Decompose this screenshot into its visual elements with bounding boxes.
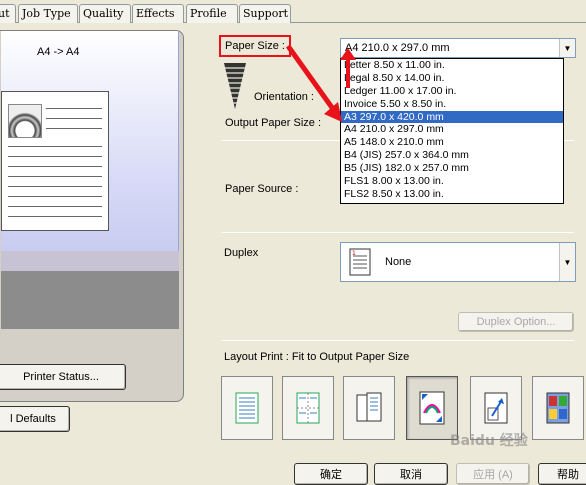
paper-size-select[interactable]: A4 210.0 x 297.0 mm ▼ [340, 38, 576, 58]
tab-effects[interactable]: Effects [132, 4, 184, 23]
tab-layout[interactable]: ut [0, 4, 16, 23]
duplex-option-button: Duplex Option... [458, 312, 574, 332]
duplex-value: None [385, 256, 412, 268]
scale-icon [484, 392, 508, 424]
svg-text:1: 1 [352, 250, 356, 257]
layout-booklet-button[interactable] [343, 376, 395, 440]
preview-status-area [1, 271, 179, 329]
watermark: Baidu 经验 [450, 433, 528, 449]
chevron-down-icon[interactable]: ▼ [559, 243, 575, 281]
tab-strip: ut Job Type Quality Effects Profile Supp… [0, 0, 586, 23]
preview-panel: A4 -> A4 [0, 30, 184, 402]
preview-image-icon [8, 104, 42, 138]
paper-size-option-letter[interactable]: Letter 8.50 x 11.00 in. [341, 59, 563, 72]
tab-support[interactable]: Support [239, 4, 291, 23]
layout-poster-button[interactable] [532, 376, 584, 440]
preview-separator [1, 251, 179, 271]
layout-print-label: Layout Print : Fit to Output Paper Size [224, 351, 410, 363]
poster-icon [546, 392, 570, 424]
paper-size-option-a3[interactable]: A3 297.0 x 420.0 mm [341, 110, 563, 124]
preview-paper [1, 91, 109, 231]
booklet-icon [356, 392, 382, 422]
paper-size-option-ledger[interactable]: Ledger 11.00 x 17.00 in. [341, 85, 563, 98]
preview-size-label: A4 -> A4 [37, 46, 80, 58]
fit-to-paper-icon [419, 391, 445, 425]
paper-size-option-a5[interactable]: A5 148.0 x 210.0 mm [341, 136, 563, 149]
layout-nup-button[interactable] [282, 376, 334, 440]
layout-1up-button[interactable] [221, 376, 273, 440]
paper-size-option-legal[interactable]: Legal 8.50 x 14.00 in. [341, 72, 563, 85]
paper-size-option-fls1[interactable]: FLS1 8.00 x 13.00 in. [341, 175, 563, 188]
page-nup-icon [296, 392, 320, 424]
paper-size-option-b4[interactable]: B4 (JIS) 257.0 x 364.0 mm [341, 149, 563, 162]
tab-job-type[interactable]: Job Type [18, 4, 78, 23]
preview-area: A4 -> A4 [1, 31, 179, 251]
orientation-icon [224, 63, 246, 114]
page-1up-icon [235, 392, 259, 424]
paper-size-option-a4[interactable]: A4 210.0 x 297.0 mm [341, 123, 563, 136]
chevron-down-icon[interactable]: ▼ [559, 39, 575, 57]
paper-size-dropdown-list: Letter 8.50 x 11.00 in. Legal 8.50 x 14.… [340, 58, 564, 204]
paper-size-option-b5[interactable]: B5 (JIS) 182.0 x 257.0 mm [341, 162, 563, 175]
duplex-page-icon: 1 [349, 248, 371, 279]
cancel-button[interactable]: 取消 [374, 463, 448, 485]
annotation-arrows [285, 44, 356, 122]
tab-profile[interactable]: Profile [186, 4, 238, 23]
duplex-select[interactable]: 1 None ▼ [340, 242, 576, 282]
help-button[interactable]: 帮助 [538, 463, 586, 485]
paper-source-label: Paper Source : [225, 183, 299, 195]
tab-quality[interactable]: Quality [79, 4, 131, 23]
paper-size-option-fls2[interactable]: FLS2 8.50 x 13.00 in. [341, 188, 563, 201]
paper-size-option-invoice[interactable]: Invoice 5.50 x 8.50 in. [341, 98, 563, 111]
apply-button: 应用 (A) [456, 463, 530, 485]
duplex-label: Duplex [224, 247, 259, 259]
ok-button[interactable]: 确定 [294, 463, 368, 485]
restore-defaults-button[interactable]: l Defaults [0, 406, 70, 432]
printer-status-button[interactable]: Printer Status... [0, 364, 126, 390]
